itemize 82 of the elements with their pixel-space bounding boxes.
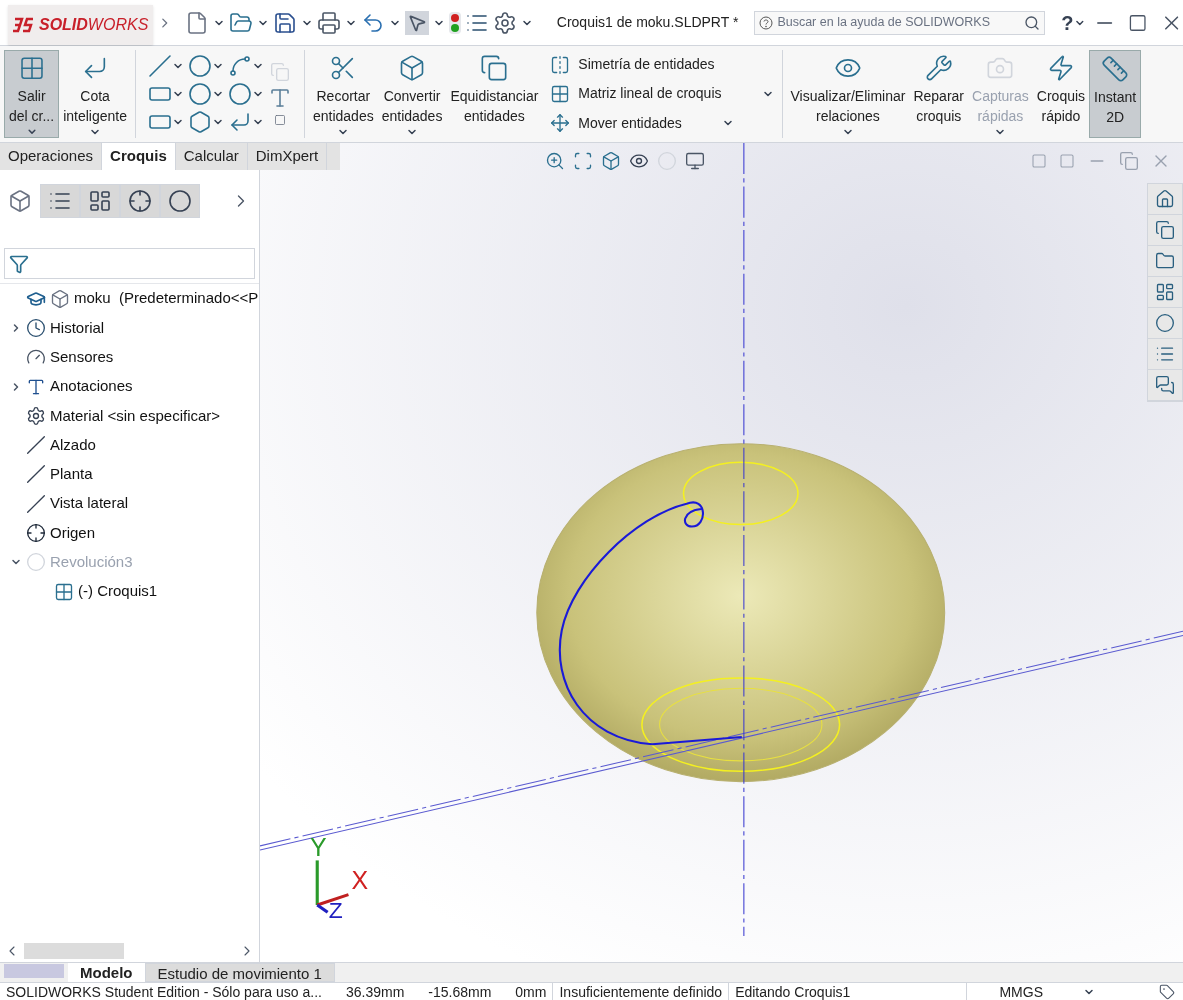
plane-icon <box>26 464 46 485</box>
tree-item[interactable]: Planta <box>50 463 93 486</box>
select-button[interactable] <box>404 10 429 35</box>
offset-icon <box>480 54 509 82</box>
sketch-icon <box>54 581 74 602</box>
part-tree-icon[interactable] <box>8 189 32 213</box>
monitor-icon[interactable] <box>685 151 705 171</box>
circle-icon[interactable] <box>187 54 212 78</box>
ribbon-button[interactable]: Croquis rápido <box>1032 50 1090 138</box>
zoom-area-icon[interactable] <box>573 151 593 171</box>
model-tab[interactable]: Modelo <box>68 963 145 982</box>
plane-icon <box>26 435 46 456</box>
settings-icon[interactable] <box>492 10 517 35</box>
search-field[interactable]: Buscar en la ayuda de SOLIDWORKS <box>754 10 1046 35</box>
point-icon[interactable] <box>273 114 286 126</box>
ribbon-button[interactable]: Reparar croquis <box>909 50 968 138</box>
window-title: Croquis1 de moku.SLDPRT * <box>556 13 739 32</box>
ribbon-list-button[interactable]: Matriz lineal de croquis <box>550 83 774 105</box>
zoom-fit-icon[interactable] <box>545 151 565 171</box>
ribbon-button[interactable]: Salir del cr... <box>4 50 60 138</box>
status-text: -15.68mm <box>427 982 493 1000</box>
tile-left-icon[interactable] <box>1031 153 1047 169</box>
line-icon[interactable] <box>147 54 172 78</box>
wrench-icon <box>924 54 953 82</box>
logo-mark-icon <box>12 15 35 34</box>
status-text: 0mm <box>514 982 548 1000</box>
origin-icon <box>26 523 46 543</box>
tree-item[interactable]: (-) Croquis1 <box>78 580 158 603</box>
status-text: SOLIDWORKS Student Edition - Sólo para uso a... <box>5 982 323 1000</box>
tag-icon[interactable] <box>1159 983 1175 1000</box>
plane-icon <box>26 493 46 514</box>
ribbon-button[interactable]: Recortar entidades <box>308 50 378 138</box>
tree-item[interactable]: Historial <box>50 316 105 340</box>
tree-item[interactable]: Anotaciones <box>50 375 133 398</box>
ribbon-list-button[interactable]: Simetría de entidades <box>550 54 774 76</box>
ruler-icon <box>1101 55 1130 83</box>
tree-item[interactable]: Material <sin especificar> <box>50 404 221 428</box>
model-tab[interactable]: Estudio de movimiento 1 <box>144 963 335 982</box>
help-circle-icon <box>759 15 774 30</box>
help-button[interactable]: ? <box>1061 7 1074 38</box>
polygon-icon[interactable] <box>187 110 212 134</box>
filter-icon <box>9 253 29 274</box>
history-icon <box>26 317 46 338</box>
tree-item[interactable]: Vista lateral <box>50 492 129 515</box>
tile-right-icon[interactable] <box>1059 153 1075 169</box>
tree-item[interactable]: Origen <box>50 521 96 545</box>
tree-item[interactable]: Alzado <box>50 433 96 457</box>
status-text: Editando Croquis1 <box>728 982 857 1000</box>
ribbon-button[interactable]: Equidistanciar entidades <box>446 50 543 138</box>
view-palette-icon[interactable] <box>1155 282 1175 302</box>
view-orientation-icon[interactable] <box>601 151 621 171</box>
target-icon[interactable] <box>128 189 152 213</box>
save-icon[interactable] <box>272 10 297 35</box>
ribbon-button[interactable]: Visualizar/Eliminar relaciones <box>786 50 910 138</box>
ribbon-button[interactable]: Instant 2D <box>1089 50 1142 138</box>
maximize-icon[interactable] <box>1128 12 1148 33</box>
printer-icon[interactable] <box>316 10 341 35</box>
filter-field[interactable] <box>4 248 255 279</box>
tree-item[interactable]: moku (Predeterminado<<P <box>74 287 259 310</box>
home-icon[interactable] <box>1155 189 1175 209</box>
library-icon[interactable] <box>1155 220 1175 240</box>
open-folder-icon[interactable] <box>228 10 253 35</box>
configuration-icon[interactable] <box>88 189 112 213</box>
ribbon-list-button[interactable]: Mover entidades <box>550 112 774 134</box>
search-icon[interactable] <box>1024 14 1041 31</box>
ribbon-button[interactable]: Cota inteligente <box>59 50 131 138</box>
pattern-icon <box>550 84 571 104</box>
scrollbar-thumb[interactable] <box>24 943 124 959</box>
move-icon <box>550 113 571 134</box>
folder-icon[interactable] <box>1155 251 1175 271</box>
tree-item[interactable]: Sensores <box>50 346 114 369</box>
ribbon-button[interactable]: Convertir entidades <box>377 50 447 138</box>
status-text: Insuficientemente definido <box>552 982 729 1000</box>
traffic-light-icon[interactable] <box>448 11 461 34</box>
part-icon <box>50 288 70 309</box>
command-tab[interactable]: Croquis <box>102 143 176 170</box>
status-text: 36.39mm <box>344 982 406 1000</box>
spline-icon[interactable] <box>227 54 252 78</box>
forum-icon[interactable] <box>1155 375 1175 395</box>
app-logo: SOLIDWORKS <box>8 4 154 45</box>
mirror-icon <box>550 54 571 75</box>
units-text[interactable]: MMGS <box>966 982 1075 1000</box>
